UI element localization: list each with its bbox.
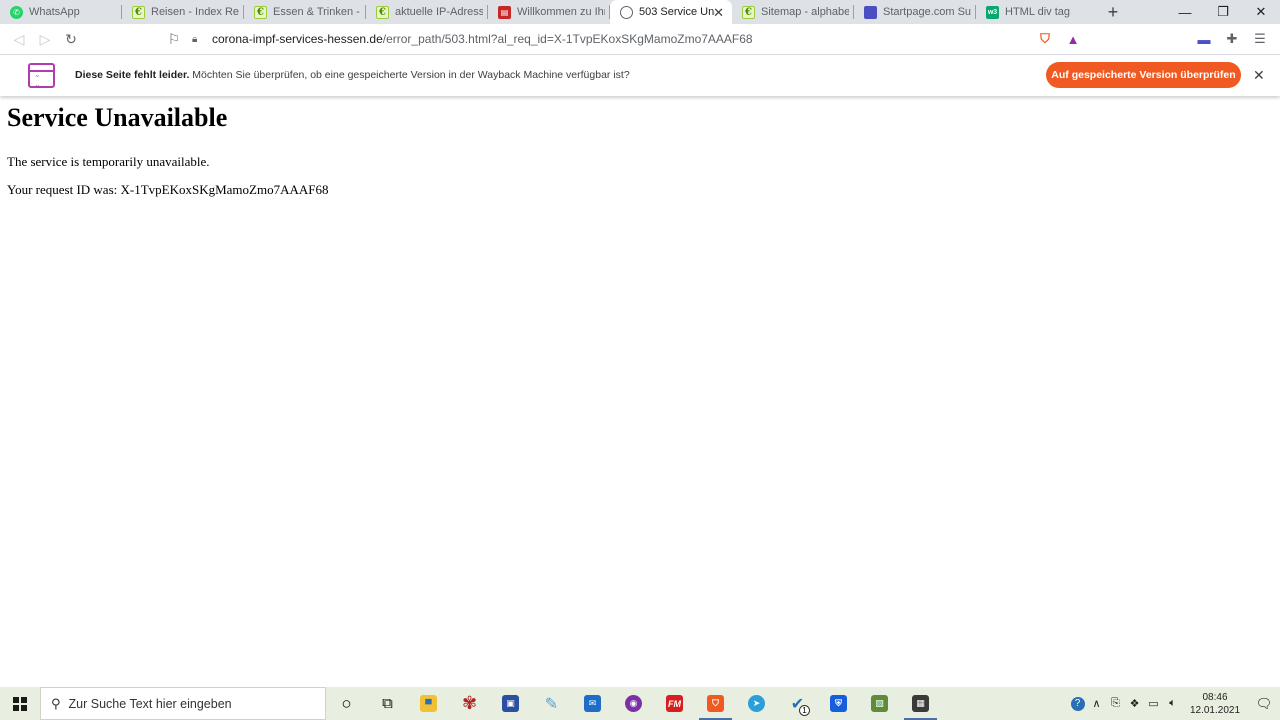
globe-icon: [620, 5, 633, 19]
lock-icon: 🔒︎: [192, 33, 198, 45]
browser-toolbar: ◁ ▷ ↻ ⚐ 🔒︎ corona-impf-services-hessen.d…: [0, 24, 1280, 55]
windows-taskbar: ⚲ Zur Suche Text hier eingeben ○ ⧉ ▀ ✾ ▣…: [0, 687, 1280, 720]
red-site-icon: ▤: [498, 5, 511, 19]
extensions-puzzle-icon[interactable]: ✚: [1220, 27, 1244, 51]
restore-icon[interactable]: ❐: [1204, 0, 1242, 24]
url-path: /error_path/503.html?al_req_id=X-1TvpEKo…: [382, 32, 753, 46]
start-button[interactable]: [0, 687, 40, 720]
menu-icon[interactable]: ☰: [1248, 27, 1272, 51]
wallet-extension-icon[interactable]: ▬: [1192, 27, 1216, 51]
page-title: Service Unavailable: [7, 103, 228, 132]
check-saved-version-button[interactable]: Auf gespeicherte Version überprüfen: [1046, 62, 1241, 88]
e-icon: €: [132, 5, 145, 19]
brave-browser-icon[interactable]: ⛉: [695, 687, 736, 720]
sad-page-icon: ˘ ˘: [28, 63, 55, 94]
clock-date: 12.01.2021: [1189, 704, 1241, 716]
tab-label: Startpage.com Suche: [883, 6, 971, 18]
volume-icon[interactable]: 🔈︎: [1163, 687, 1182, 720]
tab-sitemap[interactable]: € Sitemap - alphabetis: [732, 0, 854, 24]
forward-icon[interactable]: ▷: [32, 26, 58, 52]
tor-browser-icon[interactable]: ◉: [613, 687, 654, 720]
infobar-text: Möchten Sie überprüfen, ob eine gespeich…: [189, 69, 630, 81]
telegram-icon[interactable]: ➤: [736, 687, 777, 720]
page-content: Service Unavailable The service is tempo…: [7, 96, 1267, 198]
bookmark-icon[interactable]: ⚐: [161, 26, 187, 52]
tab-label: Sitemap - alphabetis: [761, 6, 849, 18]
tab-label: Willkommen zu Ihre: [517, 6, 605, 18]
close-window-icon[interactable]: ✕: [1242, 0, 1280, 24]
request-id-line: Your request ID was: X-1TvpEKoxSKgMamoZm…: [7, 182, 329, 197]
screenshot-app-icon[interactable]: ▦: [900, 687, 941, 720]
taskbar-search-placeholder: Zur Suche Text hier eingeben: [68, 696, 232, 711]
e-icon: €: [376, 5, 389, 19]
minimize-icon[interactable]: —: [1166, 0, 1204, 24]
system-tray: ? ∧ ⎘ ❖ ▭ 🔈︎ 08:46 12.01.2021 🗨︎: [1068, 687, 1280, 720]
bitwarden-icon[interactable]: ⛨: [818, 687, 859, 720]
windows-logo-icon: [13, 696, 27, 711]
infobar-bold-text: Diese Seite fehlt leider.: [75, 69, 190, 81]
tab-startpage[interactable]: Startpage.com Suche: [854, 0, 976, 24]
chevron-up-icon[interactable]: ∧: [1087, 687, 1106, 720]
notification-center-icon[interactable]: 🗨︎: [1248, 687, 1280, 720]
tab-label: Essen & Trinken - Hi: [273, 6, 361, 18]
e-icon: €: [742, 5, 755, 19]
brave-shields-icon[interactable]: ⛉: [1033, 27, 1057, 51]
badge-count: 1: [799, 705, 810, 716]
new-tab-button[interactable]: +: [1098, 0, 1128, 24]
clock-time: 08:46: [1202, 691, 1228, 703]
tab-willkommen[interactable]: ▤ Willkommen zu Ihre: [488, 0, 610, 24]
window-controls: — ❐ ✕: [1166, 0, 1280, 24]
notepad-app-icon[interactable]: ✎: [531, 687, 572, 720]
network-icon[interactable]: ▭: [1144, 687, 1163, 720]
back-icon[interactable]: ◁: [6, 26, 32, 52]
address-bar[interactable]: 🔒︎ corona-impf-services-hessen.de/error_…: [192, 27, 1028, 51]
reload-icon[interactable]: ↻: [58, 26, 84, 52]
w3schools-icon: w3: [986, 5, 999, 19]
tab-label: aktuelle IP-Adresse: [395, 6, 483, 18]
fm-app-icon[interactable]: FM: [654, 687, 695, 720]
tab-whatsapp[interactable]: ✆ WhatsApp: [0, 0, 122, 24]
wayback-infobar: ˘ ˘ Diese Seite fehlt leider. Möchten Si…: [0, 56, 1280, 96]
clock[interactable]: 08:46 12.01.2021: [1182, 691, 1248, 717]
infobar-close-icon[interactable]: ✕: [1253, 67, 1265, 84]
startpage-icon: [864, 5, 877, 19]
cortana-icon[interactable]: ○: [326, 687, 367, 720]
tab-label: Reisen - Index Reisen: [151, 6, 239, 18]
tab-html-div[interactable]: w3 HTML div tag: [976, 0, 1098, 24]
file-explorer-icon[interactable]: ▀: [408, 687, 449, 720]
help-icon[interactable]: ?: [1068, 687, 1087, 720]
image-editor-icon[interactable]: ▨: [859, 687, 900, 720]
extension-icons: ▬ ✚ ☰: [1192, 27, 1272, 51]
search-icon: ⚲: [51, 695, 61, 711]
tab-reisen[interactable]: € Reisen - Index Reisen: [122, 0, 244, 24]
usb-device-icon[interactable]: ⎘: [1106, 687, 1125, 720]
task-view-icon[interactable]: ⧉: [367, 687, 408, 720]
tab-strip: ✆ WhatsApp € Reisen - Index Reisen € Ess…: [0, 0, 1280, 24]
tab-close-icon[interactable]: ✕: [713, 5, 724, 21]
e-icon: €: [254, 5, 267, 19]
tab-ip-adresse[interactable]: € aktuelle IP-Adresse: [366, 0, 488, 24]
tab-label: WhatsApp: [29, 6, 80, 18]
error-message: The service is temporarily unavailable.: [7, 154, 210, 169]
infobar-message: Diese Seite fehlt leider. Möchten Sie üb…: [75, 69, 630, 81]
tab-503-service[interactable]: 503 Service Una ✕: [610, 0, 732, 24]
taskbar-search[interactable]: ⚲ Zur Suche Text hier eingeben: [40, 687, 326, 720]
tab-label: 503 Service Una: [639, 6, 715, 18]
whatsapp-icon: ✆: [10, 5, 23, 19]
save-app-icon[interactable]: ▣: [490, 687, 531, 720]
url-host: corona-impf-services-hessen.de: [212, 32, 383, 46]
tab-label: HTML div tag: [1005, 6, 1071, 18]
brave-rewards-icon[interactable]: ▲: [1061, 27, 1085, 51]
puzzle-app-icon[interactable]: ✾: [449, 687, 490, 720]
tab-essen-trinken[interactable]: € Essen & Trinken - Hi: [244, 0, 366, 24]
dropbox-icon[interactable]: ❖: [1125, 687, 1144, 720]
mail-icon[interactable]: ✉: [572, 687, 613, 720]
tasks-app-icon[interactable]: ✔ 1: [777, 687, 818, 720]
